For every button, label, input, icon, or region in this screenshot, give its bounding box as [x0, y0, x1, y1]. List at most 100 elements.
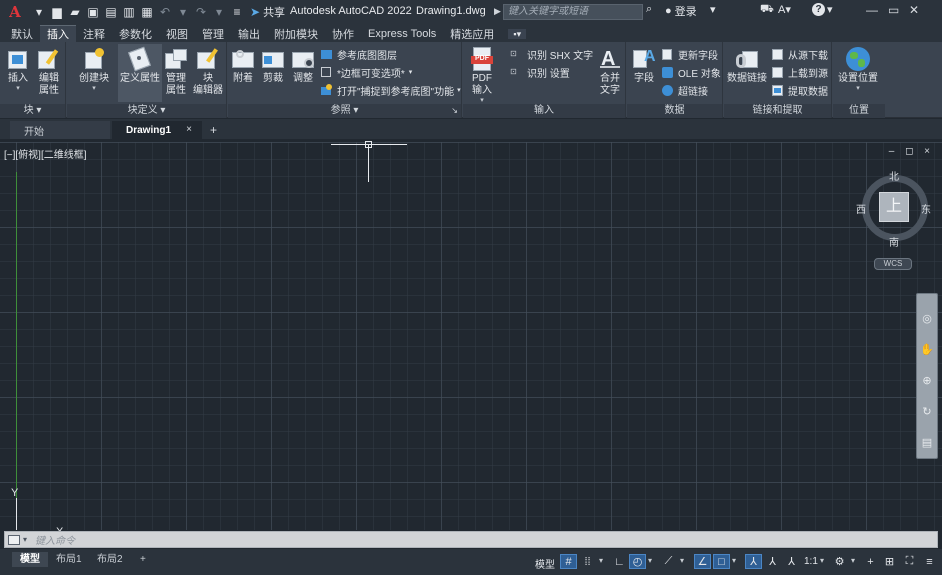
ole-object-button[interactable]: OLE 对象: [661, 64, 721, 80]
signin-dropdown-icon[interactable]: ▾: [710, 3, 716, 16]
pan-icon[interactable]: ✋: [917, 343, 937, 356]
snap-dropdown-icon[interactable]: ▾: [599, 556, 603, 565]
model-space-toggle[interactable]: 模型: [535, 556, 555, 571]
zoom-icon[interactable]: ⊕: [917, 374, 937, 387]
panel-title-block[interactable]: 块 ▾: [0, 104, 65, 118]
orbit-icon[interactable]: ↻: [917, 405, 937, 418]
new-tab-button[interactable]: +: [204, 121, 224, 139]
panel-title-location[interactable]: 位置: [833, 104, 885, 118]
annotation-monitor-icon[interactable]: +: [862, 554, 879, 569]
viewcube-south[interactable]: 南: [889, 234, 899, 249]
snap-underlay-button[interactable]: 打开"捕捉到参考底图"功能 ▾: [320, 82, 461, 98]
redo-icon[interactable]: ↷: [192, 3, 210, 21]
annotation-scale-icon[interactable]: ⅄: [783, 554, 800, 569]
tab-drawing1[interactable]: Drawing1 ×: [112, 121, 202, 139]
new-file-icon[interactable]: ▆: [48, 3, 66, 21]
tab-view[interactable]: 视图: [159, 25, 195, 42]
clip-button[interactable]: 剪裁: [260, 46, 286, 85]
command-customize-icon[interactable]: [8, 534, 20, 545]
isodraft-dropdown-icon[interactable]: ▾: [680, 556, 684, 565]
save-as-icon[interactable]: ▤: [102, 3, 120, 21]
search-input[interactable]: 键入关键字或短语: [503, 4, 643, 20]
panel-title-linking-extraction[interactable]: 链接和提取: [724, 104, 831, 118]
extract-data-button[interactable]: 提取数据: [771, 82, 828, 98]
panel-title-reference[interactable]: 参照 ▾ ↘: [228, 104, 461, 118]
polar-tracking-icon[interactable]: ◴: [629, 554, 646, 569]
upload-to-source-button[interactable]: 上载到源: [771, 64, 828, 80]
isodraft-icon[interactable]: ⟋: [660, 554, 677, 569]
viewcube-top-face[interactable]: 上: [879, 192, 909, 222]
grid-toggle-icon[interactable]: #: [560, 554, 577, 569]
isolate-objects-icon[interactable]: ⊞: [881, 554, 898, 569]
create-block-button[interactable]: 创建块 ▾: [79, 46, 109, 92]
tab-featured-apps[interactable]: 精选应用: [443, 25, 501, 42]
web-mobile-icon[interactable]: ▥: [120, 3, 138, 21]
panel-title-data[interactable]: 数据: [627, 104, 722, 118]
clean-screen-icon[interactable]: ⛶: [901, 554, 918, 569]
tab-addins[interactable]: 附加模块: [267, 25, 325, 42]
tab-manage[interactable]: 管理: [195, 25, 231, 42]
data-link-button[interactable]: 数据链接: [727, 46, 767, 85]
tab-annotate[interactable]: 注释: [76, 25, 112, 42]
tab-insert[interactable]: 插入: [40, 25, 76, 42]
annotation-visibility-icon[interactable]: ⅄: [745, 554, 762, 569]
share-button[interactable]: ➤ 共享: [250, 4, 285, 20]
save-icon[interactable]: ▣: [84, 3, 102, 21]
tab-parametric[interactable]: 参数化: [112, 25, 159, 42]
annotation-scale-value[interactable]: 1:1: [804, 556, 818, 567]
object-snap-dropdown-icon[interactable]: ▾: [732, 556, 736, 565]
customize-qat-icon[interactable]: ≡: [228, 3, 246, 21]
download-from-source-button[interactable]: 从源下载: [771, 46, 828, 62]
minimize-icon[interactable]: —: [866, 3, 878, 17]
viewport-window-controls[interactable]: ‒ ◻ ×: [889, 146, 934, 157]
command-input[interactable]: 键入命令: [35, 532, 75, 547]
hyperlink-button[interactable]: 超链接: [661, 82, 708, 98]
drawing-canvas[interactable]: [−][俯视][二维线框] ‒ ◻ × 上 北 南 东 西 WCS ◎ ✋ ⊕ …: [0, 141, 942, 538]
set-location-button[interactable]: 设置位置 ▾: [838, 46, 878, 92]
close-tab-icon[interactable]: ×: [186, 124, 192, 135]
viewcube-north[interactable]: 北: [889, 168, 899, 183]
wcs-menu[interactable]: WCS: [874, 258, 912, 270]
redo-dropdown-icon[interactable]: ▾: [210, 3, 228, 21]
tab-start[interactable]: 开始: [10, 121, 110, 139]
tab-default[interactable]: 默认: [4, 25, 40, 42]
adjust-button[interactable]: 调整: [290, 46, 316, 85]
define-attribute-button[interactable]: 定义属性: [118, 44, 162, 102]
layout-tab-model[interactable]: 模型: [12, 552, 48, 567]
tab-express-tools[interactable]: Express Tools: [361, 25, 443, 42]
frame-option-dropdown[interactable]: *边框可变选项* ▾: [320, 64, 412, 80]
restore-icon[interactable]: ▭: [888, 3, 899, 17]
block-editor-button[interactable]: 块 编辑器: [193, 46, 223, 97]
update-fields-button[interactable]: 更新字段: [661, 46, 718, 62]
autodesk-account-icon[interactable]: A▾: [778, 3, 791, 16]
workspace-dropdown-icon[interactable]: ▾: [851, 556, 855, 565]
polar-dropdown-icon[interactable]: ▾: [648, 556, 652, 565]
workspace-gear-icon[interactable]: ⚙: [831, 554, 848, 569]
recognize-settings-button[interactable]: ⊡ 识别 设置: [510, 64, 570, 80]
recognize-shx-button[interactable]: ⊡ 识别 SHX 文字: [510, 46, 593, 62]
signin-button[interactable]: ● 登录: [665, 3, 697, 19]
steering-wheel-icon[interactable]: ◎: [917, 312, 937, 325]
cart-icon[interactable]: ⛟: [760, 3, 774, 17]
attach-button[interactable]: 附着: [230, 46, 256, 85]
open-folder-icon[interactable]: ▰: [66, 3, 84, 21]
search-icon[interactable]: ⌕: [646, 3, 652, 16]
layout-tab-layout2[interactable]: 布局2: [89, 552, 131, 567]
viewport-controls-label[interactable]: [−][俯视][二维线框]: [4, 146, 87, 161]
manage-attributes-button[interactable]: 管理 属性: [163, 46, 189, 97]
pdf-import-button[interactable]: PDF PDF 输入 ▾: [469, 46, 495, 104]
snap-mode-icon[interactable]: ⁞⁞: [579, 554, 596, 569]
ortho-icon[interactable]: ∟: [611, 554, 628, 569]
auto-scale-icon[interactable]: ⅄: [764, 554, 781, 569]
close-window-icon[interactable]: ✕: [909, 3, 919, 17]
scale-dropdown-icon[interactable]: ▾: [820, 556, 824, 565]
insert-block-button[interactable]: 插入 ▾: [5, 46, 31, 92]
add-layout-button[interactable]: +: [132, 552, 154, 567]
customization-icon[interactable]: ≡: [921, 554, 938, 569]
reference-dialog-launcher-icon[interactable]: ↘: [451, 104, 458, 118]
tab-output[interactable]: 输出: [231, 25, 267, 42]
plot-icon[interactable]: ▦: [138, 3, 156, 21]
app-logo-icon[interactable]: A: [0, 0, 30, 24]
app-menu-chevron-icon[interactable]: ▾: [30, 3, 48, 21]
object-snap-icon[interactable]: □: [713, 554, 730, 569]
